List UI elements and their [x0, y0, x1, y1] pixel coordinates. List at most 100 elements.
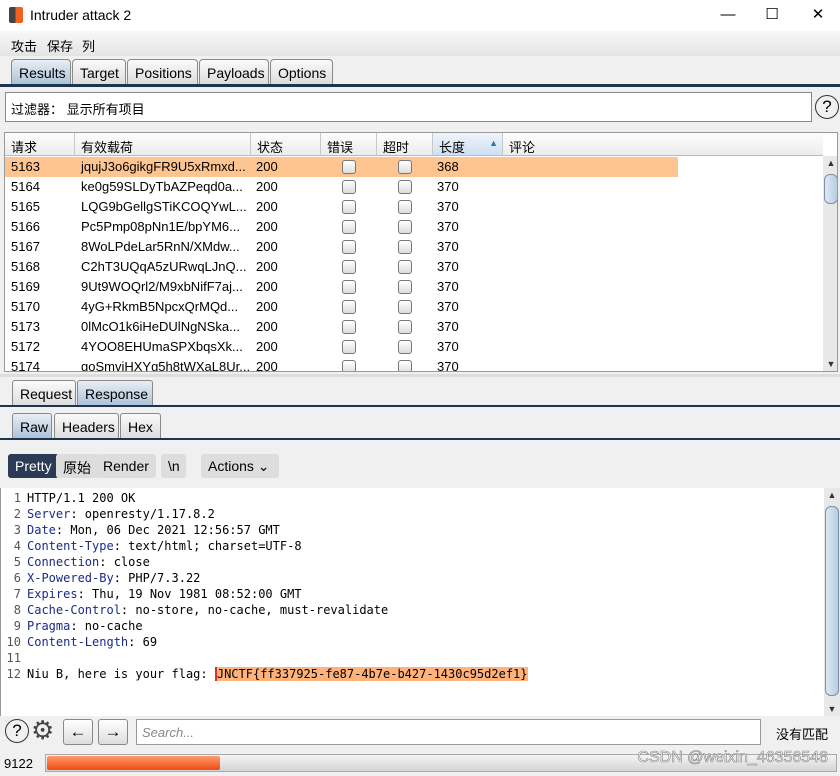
cell-payload: goSmvjHXYg5h8tWXaL8Ur... — [81, 359, 251, 372]
error-checkbox — [342, 260, 356, 274]
menu-save[interactable]: 保存 — [47, 36, 73, 55]
error-checkbox — [342, 300, 356, 314]
line-number: 4 — [13, 539, 21, 553]
tab-options[interactable]: Options — [270, 59, 333, 85]
cell-payload: 9Ut9WOQrl2/M9xbNifF7aj... — [81, 279, 243, 294]
cell-status: 200 — [256, 359, 278, 372]
window-title: Intruder attack 2 — [30, 7, 132, 23]
cell-length: 370 — [437, 279, 459, 294]
help-icon[interactable]: ? — [815, 95, 839, 119]
timeout-checkbox — [398, 340, 412, 354]
newline-toggle-button[interactable]: \n — [161, 454, 186, 478]
tab-raw[interactable]: Raw — [12, 413, 52, 439]
line-number: 10 — [6, 635, 21, 649]
tab-payloads[interactable]: Payloads — [199, 59, 269, 85]
table-row[interactable]: 5166 Pc5Pmp08pNn1E/bpYM6... 200 370 — [5, 217, 678, 237]
cell-status: 200 — [256, 239, 278, 254]
render-button[interactable]: Render — [96, 454, 156, 478]
scroll-down-icon[interactable]: ▼ — [824, 702, 840, 716]
column-header-comment[interactable]: 评论 — [503, 133, 823, 156]
line-number: 6 — [13, 571, 21, 585]
table-row[interactable]: 5169 9Ut9WOQrl2/M9xbNifF7aj... 200 370 — [5, 277, 678, 297]
table-row[interactable]: 5173 0lMcO1k6iHeDUlNgNSka... 200 370 — [5, 317, 678, 337]
cell-request: 5165 — [11, 199, 40, 214]
header-value: : 69 — [128, 635, 158, 649]
header-value: : Mon, 06 Dec 2021 12:56:57 GMT — [55, 523, 280, 537]
message-tab-divider — [0, 405, 840, 407]
response-line: Content-Type: text/html; charset=UTF-8 — [27, 539, 302, 553]
results-table: 请求 有效载荷 状态 错误 超时 长度 ▲ 评论 5163 jqujJ3o6gikg… — [4, 132, 838, 372]
error-checkbox — [342, 160, 356, 174]
raw-view-button[interactable]: 原始 — [56, 454, 98, 478]
filter-bar[interactable]: 过滤器： 显示所有项目 — [5, 92, 812, 122]
previous-match-button[interactable]: ← — [63, 719, 93, 745]
table-row[interactable]: 5165 LQG9bGellgSTiKCOQYwL... 200 370 — [5, 197, 678, 217]
scroll-up-icon[interactable]: ▲ — [824, 488, 840, 502]
tab-response[interactable]: Response — [77, 380, 153, 406]
error-checkbox — [342, 180, 356, 194]
tab-positions[interactable]: Positions — [127, 59, 198, 85]
help-icon[interactable]: ? — [5, 719, 29, 743]
response-line: HTTP/1.1 200 OK — [27, 491, 135, 505]
minimize-button[interactable]: — — [713, 4, 743, 26]
table-row[interactable]: 5163 jqujJ3o6gikgFR9U5xRmxd... 200 368 — [5, 157, 678, 177]
column-header-payload[interactable]: 有效载荷 — [75, 133, 251, 156]
actions-dropdown[interactable]: Actions ⌄ — [201, 454, 279, 478]
timeout-checkbox — [398, 160, 412, 174]
pretty-button[interactable]: Pretty — [8, 454, 59, 478]
timeout-checkbox — [398, 220, 412, 234]
column-header-status[interactable]: 状态 — [251, 133, 321, 156]
response-line: X-Powered-By: PHP/7.3.22 — [27, 571, 200, 585]
column-header-timeout[interactable]: 超时 — [377, 133, 433, 156]
cell-status: 200 — [256, 339, 278, 354]
table-row[interactable]: 5172 4YOO8EHUmaSPXbqsXk... 200 370 — [5, 337, 678, 357]
header-value: : close — [99, 555, 150, 569]
gear-icon[interactable]: ⚙ — [31, 715, 54, 746]
table-row[interactable]: 5167 8WoLPdeLar5RnN/XMdw... 200 370 — [5, 237, 678, 257]
error-checkbox — [342, 200, 356, 214]
table-row[interactable]: 5164 ke0g59SLDyTbAZPeqd0a... 200 370 — [5, 177, 678, 197]
cell-payload: 0lMcO1k6iHeDUlNgNSka... — [81, 319, 240, 334]
tab-divider — [0, 84, 840, 87]
tab-results[interactable]: Results — [11, 59, 71, 85]
cell-request: 5172 — [11, 339, 40, 354]
column-header-length[interactable]: 长度 ▲ — [433, 133, 503, 156]
match-status: 没有匹配 — [776, 727, 829, 742]
splitter[interactable] — [0, 374, 840, 377]
response-editor[interactable]: 1 HTTP/1.1 200 OK 2 Server: openresty/1.17.… — [0, 488, 824, 716]
line-number: 3 — [13, 523, 21, 537]
cell-payload: ke0g59SLDyTbAZPeqd0a... — [81, 179, 243, 194]
header-name: Connection — [27, 555, 100, 569]
editor-scrollbar[interactable]: ▲ ▼ — [824, 488, 840, 716]
column-header-error[interactable]: 错误 — [321, 133, 377, 156]
scroll-down-icon[interactable]: ▼ — [823, 357, 837, 371]
progress-fill — [47, 756, 221, 770]
maximize-button[interactable]: ☐ — [757, 4, 787, 26]
table-scrollbar[interactable]: ▲ ▼ — [823, 156, 837, 371]
cell-length: 370 — [437, 259, 459, 274]
cell-length: 370 — [437, 239, 459, 254]
tab-target[interactable]: Target — [72, 59, 126, 85]
cell-status: 200 — [256, 179, 278, 194]
cell-payload: C2hT3UQqA5zURwqLJnQ... — [81, 259, 247, 274]
table-row[interactable]: 5170 4yG+RkmB5NpcxQrMQd... 200 370 — [5, 297, 678, 317]
menu-attack[interactable]: 攻击 — [11, 36, 37, 55]
next-match-button[interactable]: → — [98, 719, 128, 745]
scroll-up-icon[interactable]: ▲ — [823, 156, 837, 170]
tab-headers[interactable]: Headers — [54, 413, 119, 439]
column-header-request[interactable]: 请求 — [5, 133, 75, 156]
search-input[interactable]: Search... — [136, 719, 761, 745]
close-button[interactable]: ✕ — [803, 4, 833, 26]
menu-columns[interactable]: 列 — [82, 36, 95, 55]
line-number: 12 — [6, 667, 21, 681]
cell-payload: 8WoLPdeLar5RnN/XMdw... — [81, 239, 240, 254]
scrollbar-thumb[interactable] — [824, 174, 837, 204]
table-row[interactable]: 5168 C2hT3UQqA5zURwqLJnQ... 200 370 — [5, 257, 678, 277]
scrollbar-thumb[interactable] — [825, 506, 839, 696]
cell-status: 200 — [256, 299, 278, 314]
response-line: Niu B, here is your flag: JNCTF{ff337925… — [27, 667, 528, 681]
tab-request[interactable]: Request — [12, 380, 76, 406]
timeout-checkbox — [398, 320, 412, 334]
table-row[interactable]: 5174 goSmvjHXYg5h8tWXaL8Ur... 200 370 — [5, 357, 678, 372]
tab-hex[interactable]: Hex — [120, 413, 161, 439]
